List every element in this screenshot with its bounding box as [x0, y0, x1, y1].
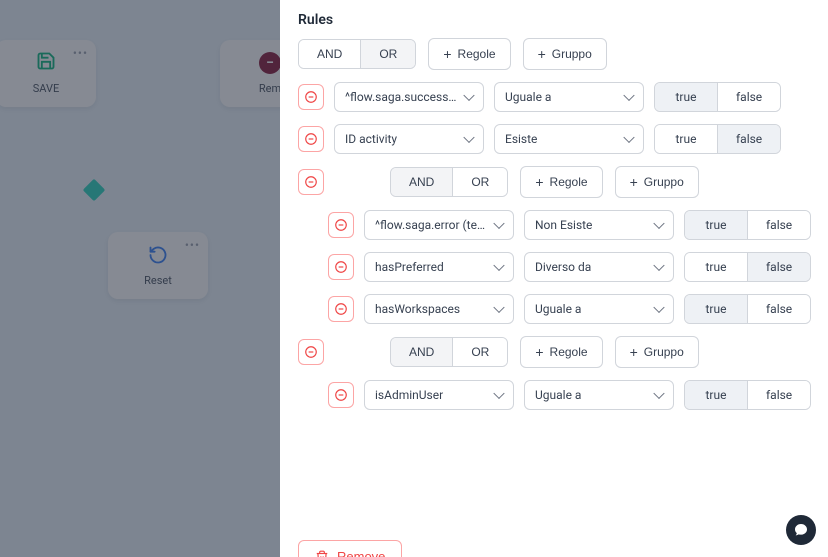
- logic-toggle[interactable]: AND OR: [390, 337, 508, 367]
- add-node-diamond[interactable]: [83, 179, 106, 202]
- remove-group-button[interactable]: [298, 339, 324, 365]
- value-true[interactable]: true: [655, 83, 717, 111]
- logic-and[interactable]: AND: [299, 40, 360, 68]
- value-false[interactable]: false: [747, 253, 810, 281]
- panel-footer: Remove: [298, 540, 810, 557]
- nested-group-row: AND OR +Regole +Gruppo: [298, 336, 810, 368]
- nested-group: ^flow.saga.error (text) Non Esiste true …: [298, 210, 810, 324]
- value-toggle[interactable]: true false: [654, 124, 781, 154]
- flow-node-reset[interactable]: ••• Reset: [108, 232, 208, 299]
- save-icon: [36, 51, 56, 76]
- value-toggle[interactable]: true false: [684, 294, 811, 324]
- flow-canvas: ••• SAVE ••• − Rem ••• Reset: [0, 0, 280, 557]
- remove-rule-button[interactable]: [328, 254, 354, 280]
- operator-select[interactable]: Esiste: [494, 124, 644, 154]
- field-select[interactable]: ID activity: [334, 124, 484, 154]
- rule-row: isAdminUser Uguale a true false: [328, 380, 810, 410]
- remove-rule-button[interactable]: [298, 84, 324, 110]
- nested-group-row: AND OR +Regole +Gruppo: [298, 166, 810, 198]
- value-toggle[interactable]: true false: [684, 252, 811, 282]
- chat-icon: [793, 522, 809, 538]
- value-false[interactable]: false: [747, 295, 810, 323]
- value-toggle[interactable]: true false: [684, 380, 811, 410]
- value-toggle[interactable]: true false: [684, 210, 811, 240]
- flow-node-save[interactable]: ••• SAVE: [0, 40, 96, 107]
- add-group-button[interactable]: +Gruppo: [523, 38, 607, 70]
- logic-and[interactable]: AND: [391, 168, 452, 196]
- node-label: SAVE: [4, 82, 88, 95]
- remove-button[interactable]: Remove: [298, 540, 402, 557]
- node-menu-icon[interactable]: •••: [185, 238, 200, 252]
- value-false[interactable]: false: [747, 381, 810, 409]
- rule-row: ^flow.saga.success (bo Uguale a true fal…: [298, 82, 810, 112]
- plus-icon: +: [443, 46, 451, 62]
- rule-row: hasPreferred Diverso da true false: [328, 252, 810, 282]
- field-select[interactable]: hasWorkspaces: [364, 294, 514, 324]
- logic-toggle[interactable]: AND OR: [390, 167, 508, 197]
- field-select[interactable]: hasPreferred: [364, 252, 514, 282]
- remove-rule-button[interactable]: [328, 382, 354, 408]
- plus-icon: +: [630, 174, 638, 190]
- value-true[interactable]: true: [685, 381, 747, 409]
- rule-row: hasWorkspaces Uguale a true false: [328, 294, 810, 324]
- operator-select[interactable]: Diverso da: [524, 252, 674, 282]
- value-false[interactable]: false: [717, 83, 780, 111]
- value-false[interactable]: false: [747, 211, 810, 239]
- add-rule-button[interactable]: +Regole: [520, 166, 602, 198]
- logic-or[interactable]: OR: [452, 168, 507, 196]
- field-select[interactable]: ^flow.saga.success (bo: [334, 82, 484, 112]
- logic-or[interactable]: OR: [452, 338, 507, 366]
- logic-and[interactable]: AND: [391, 338, 452, 366]
- chat-fab[interactable]: [786, 515, 816, 545]
- node-menu-icon[interactable]: •••: [73, 46, 88, 60]
- add-group-button[interactable]: +Gruppo: [615, 336, 699, 368]
- rules-panel: Rules AND OR +Regole +Gruppo ^flow.saga.…: [280, 0, 828, 557]
- trash-icon: [315, 550, 329, 557]
- rule-row: ^flow.saga.error (text) Non Esiste true …: [328, 210, 810, 240]
- remove-group-button[interactable]: [298, 169, 324, 195]
- nested-group-header: AND OR +Regole +Gruppo: [390, 336, 699, 368]
- plus-icon: +: [535, 174, 543, 190]
- flow-node-remove[interactable]: ••• − Rem: [220, 40, 280, 107]
- value-true[interactable]: true: [685, 253, 747, 281]
- node-label: Rem: [228, 82, 280, 95]
- plus-icon: +: [538, 46, 546, 62]
- logic-or[interactable]: OR: [360, 40, 415, 68]
- remove-rule-button[interactable]: [298, 126, 324, 152]
- field-select[interactable]: isAdminUser: [364, 380, 514, 410]
- value-true[interactable]: true: [655, 125, 717, 153]
- root-group-header: AND OR +Regole +Gruppo: [298, 38, 810, 70]
- plus-icon: +: [630, 344, 638, 360]
- logic-toggle[interactable]: AND OR: [298, 39, 416, 69]
- rule-row: ID activity Esiste true false: [298, 124, 810, 154]
- remove-rule-button[interactable]: [328, 296, 354, 322]
- operator-select[interactable]: Uguale a: [494, 82, 644, 112]
- add-rule-button[interactable]: +Regole: [520, 336, 602, 368]
- nested-group-header: AND OR +Regole +Gruppo: [390, 166, 699, 198]
- operator-select[interactable]: Non Esiste: [524, 210, 674, 240]
- value-false[interactable]: false: [717, 125, 780, 153]
- value-true[interactable]: true: [685, 211, 747, 239]
- plus-icon: +: [535, 344, 543, 360]
- field-select[interactable]: ^flow.saga.error (text): [364, 210, 514, 240]
- value-toggle[interactable]: true false: [654, 82, 781, 112]
- add-rule-button[interactable]: +Regole: [428, 38, 510, 70]
- nested-group: isAdminUser Uguale a true false: [298, 380, 810, 410]
- remove-rule-button[interactable]: [328, 212, 354, 238]
- node-label: Reset: [116, 274, 200, 287]
- value-true[interactable]: true: [685, 295, 747, 323]
- operator-select[interactable]: Uguale a: [524, 380, 674, 410]
- add-group-button[interactable]: +Gruppo: [615, 166, 699, 198]
- operator-select[interactable]: Uguale a: [524, 294, 674, 324]
- minus-circle-icon: −: [259, 52, 280, 74]
- panel-title: Rules: [298, 12, 810, 28]
